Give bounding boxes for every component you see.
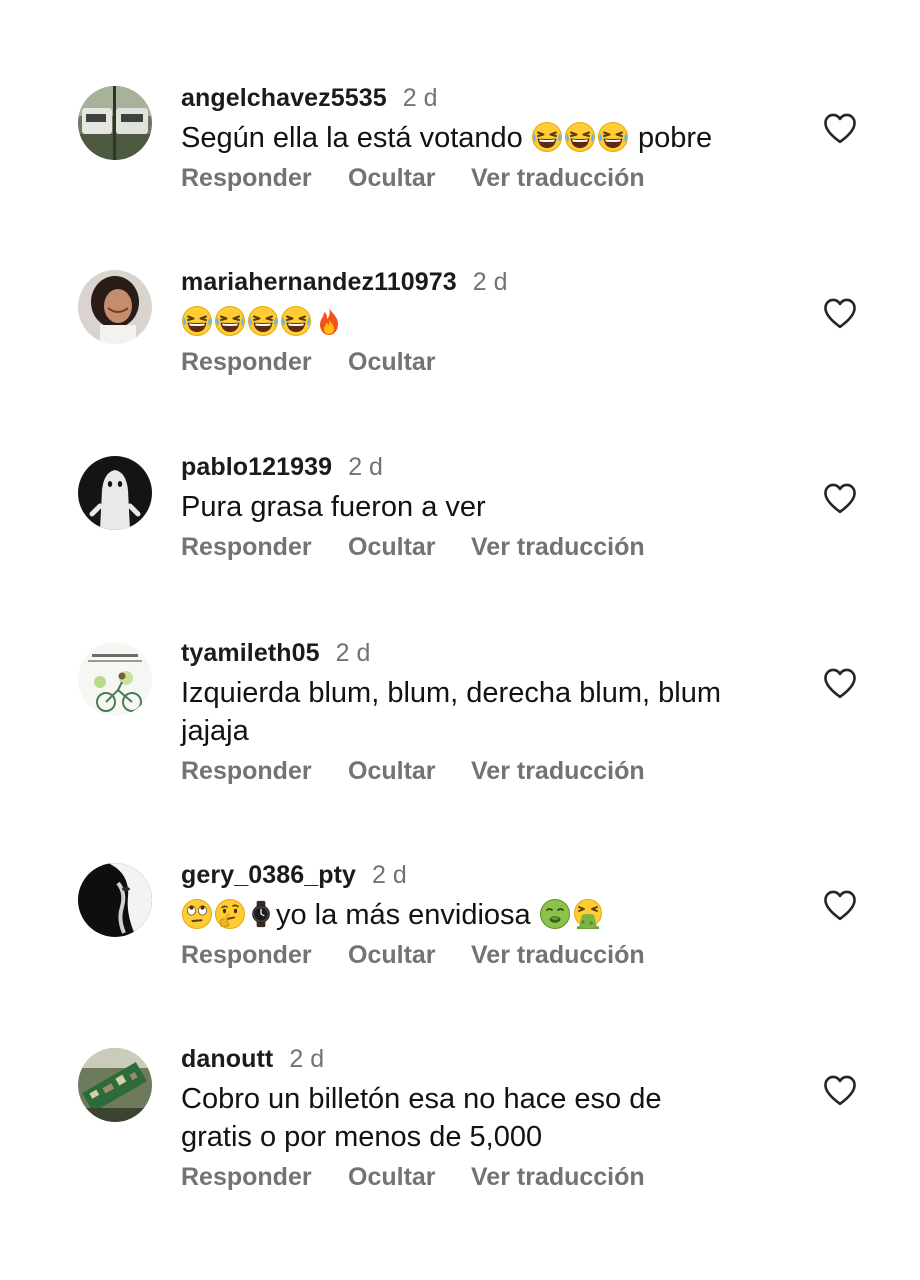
heart-outline-icon[interactable] (822, 667, 858, 699)
comment-text-line: Cobro un billetón esa no hace eso de (181, 1083, 662, 1115)
laughing-face-emoji-icon (214, 305, 246, 337)
eye-roll-face-emoji-icon (181, 898, 213, 930)
see-translation-button[interactable]: Ver traducción (471, 1163, 645, 1192)
laughing-face-emoji-icon (564, 121, 596, 153)
reply-button[interactable]: Responder (181, 941, 348, 970)
reply-button[interactable]: Responder (181, 1163, 348, 1192)
hide-button[interactable]: Ocultar (348, 533, 471, 562)
comment-username[interactable]: angelchavez5535 (181, 84, 387, 113)
comment-text: Cobro un billetón esa no hace eso de gra… (181, 1080, 781, 1156)
laughing-face-emoji-icon (280, 305, 312, 337)
hide-button[interactable]: Ocultar (348, 164, 471, 193)
comment-timestamp: 2 d (335, 639, 371, 667)
laughing-face-emoji-icon (597, 121, 629, 153)
fire-emoji-icon (313, 305, 345, 337)
comment-timestamp: 2 d (289, 1045, 325, 1073)
thinking-face-emoji-icon (214, 898, 246, 930)
laughing-face-emoji-icon (531, 121, 563, 153)
wristwatch-emoji-icon (247, 898, 275, 930)
see-translation-button[interactable]: Ver traducción (471, 941, 645, 970)
reply-button[interactable]: Responder (181, 533, 348, 562)
reply-button[interactable]: Responder (181, 757, 348, 786)
comment-text: Izquierda blum, blum, derecha blum, blum… (181, 674, 781, 750)
heart-outline-icon[interactable] (822, 1074, 858, 1106)
comment-timestamp: 2 d (348, 453, 383, 481)
comment-text-line: jajaja (181, 715, 249, 747)
avatar[interactable] (78, 86, 152, 160)
heart-outline-icon[interactable] (822, 297, 858, 329)
hide-button[interactable]: Ocultar (348, 1163, 471, 1192)
heart-outline-icon[interactable] (822, 112, 858, 144)
heart-outline-icon[interactable] (822, 889, 858, 921)
hide-button[interactable]: Ocultar (348, 348, 471, 377)
comment-text (181, 303, 781, 341)
see-translation-button[interactable]: Ver traducción (471, 164, 645, 193)
comment-text-line: Izquierda blum, blum, derecha blum, blum (181, 677, 721, 709)
comment-text-part: yo la más envidiosa (276, 899, 531, 931)
vomiting-face-emoji-icon (572, 898, 604, 930)
see-translation-button[interactable]: Ver traducción (471, 757, 645, 786)
comment-username[interactable]: gery_0386_pty (181, 861, 356, 890)
hide-button[interactable]: Ocultar (348, 941, 471, 970)
comment-username[interactable]: tyamileth05 (181, 639, 320, 668)
comment-text-part: pobre (637, 122, 713, 154)
comment-username[interactable]: danoutt (181, 1045, 273, 1074)
avatar[interactable] (78, 863, 152, 937)
avatar[interactable] (78, 1048, 152, 1122)
laughing-face-emoji-icon (181, 305, 213, 337)
comment-text-part: Según ella la está votando (181, 122, 523, 154)
comment-username[interactable]: mariahernandez110973 (181, 268, 457, 297)
comment-text-line: gratis o por menos de 5,000 (181, 1121, 543, 1153)
hide-button[interactable]: Ocultar (348, 757, 471, 786)
reply-button[interactable]: Responder (181, 348, 348, 377)
comment-username[interactable]: pablo121939 (181, 453, 332, 482)
avatar[interactable] (78, 270, 152, 344)
comment-text: Según ella la está votando pobre (181, 119, 781, 157)
comment-text: yo la más envidiosa (181, 896, 781, 934)
comment-timestamp: 2 d (472, 268, 508, 296)
avatar[interactable] (78, 642, 152, 716)
comment-text: Pura grasa fueron a ver (181, 491, 486, 523)
comment-timestamp: 2 d (372, 861, 407, 889)
laughing-face-emoji-icon (247, 305, 279, 337)
comment-timestamp: 2 d (402, 84, 438, 112)
reply-button[interactable]: Responder (181, 164, 348, 193)
see-translation-button[interactable]: Ver traducción (471, 533, 645, 562)
nauseated-face-emoji-icon (539, 898, 571, 930)
heart-outline-icon[interactable] (822, 482, 858, 514)
avatar[interactable] (78, 456, 152, 530)
